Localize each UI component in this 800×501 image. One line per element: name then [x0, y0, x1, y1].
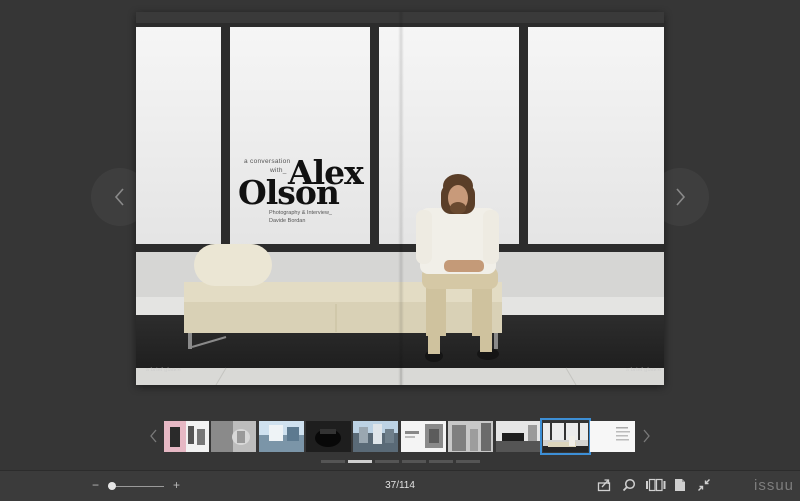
thumbnails-toggle-button[interactable]: [645, 477, 667, 493]
thumbnail-pager: [321, 460, 481, 464]
pager-dot[interactable]: [456, 460, 480, 463]
search-icon: [622, 478, 636, 492]
chevron-right-icon: [676, 188, 686, 206]
reader-viewer: a conversation with_ Alex Olson Photogra…: [0, 0, 800, 470]
pager-dot[interactable]: [375, 460, 399, 463]
zoom-out-button[interactable]: −: [92, 478, 99, 492]
thumbnails-prev-button[interactable]: [148, 428, 160, 444]
headline-kicker: a conversation: [244, 158, 291, 165]
page-thumbnail[interactable]: [448, 421, 493, 452]
page-thumbnail[interactable]: [211, 421, 256, 452]
chevron-right-icon: [643, 429, 650, 443]
magazine-spread[interactable]: a conversation with_ Alex Olson Photogra…: [136, 12, 664, 385]
page-thumbnail[interactable]: [496, 421, 541, 452]
article-headline: a conversation with_ Alex Olson Photogra…: [238, 156, 378, 246]
pager-dot-current[interactable]: [348, 460, 372, 463]
thumbnails-next-button[interactable]: [640, 428, 652, 444]
page-thumbnail[interactable]: [590, 421, 635, 452]
exit-fullscreen-button[interactable]: [696, 477, 712, 493]
zoom-slider-handle[interactable]: [108, 482, 116, 490]
zoom-in-button[interactable]: +: [173, 478, 180, 492]
single-page-button[interactable]: [672, 477, 688, 493]
thumbnails-icon: [646, 478, 666, 492]
spread-gutter: [398, 12, 404, 385]
chevron-left-icon: [150, 429, 157, 443]
folio-right: a brief glance: [626, 367, 661, 373]
share-button[interactable]: [596, 477, 612, 493]
headline-last-name: Olson: [238, 173, 340, 212]
search-button[interactable]: [621, 477, 637, 493]
page-counter: 37/114: [385, 480, 415, 491]
page-thumbnail[interactable]: [306, 421, 351, 452]
photo-credit-title: Photography & Interview_: [269, 210, 332, 216]
page-thumbnail-current[interactable]: [540, 418, 591, 455]
zoom-slider-track[interactable]: [108, 486, 164, 487]
thumbnail-strip: [164, 418, 640, 455]
page-thumbnail[interactable]: [401, 421, 446, 452]
exit-fullscreen-icon: [698, 479, 710, 491]
chevron-left-icon: [114, 188, 124, 206]
page-thumbnail[interactable]: [164, 421, 209, 452]
page-thumbnail[interactable]: [353, 421, 398, 452]
issuu-logo[interactable]: issuu: [754, 477, 794, 494]
pager-dot[interactable]: [429, 460, 453, 463]
photo-credit-name: Davide Bordan: [269, 218, 306, 224]
bottom-toolbar: − + 37/114 issuu: [0, 470, 800, 501]
pager-dot[interactable]: [321, 460, 345, 463]
single-page-icon: [675, 479, 685, 491]
pager-dot[interactable]: [402, 460, 426, 463]
folio-left: a brief glance: [146, 367, 181, 373]
page-thumbnail[interactable]: [259, 421, 304, 452]
share-icon: [597, 479, 611, 492]
